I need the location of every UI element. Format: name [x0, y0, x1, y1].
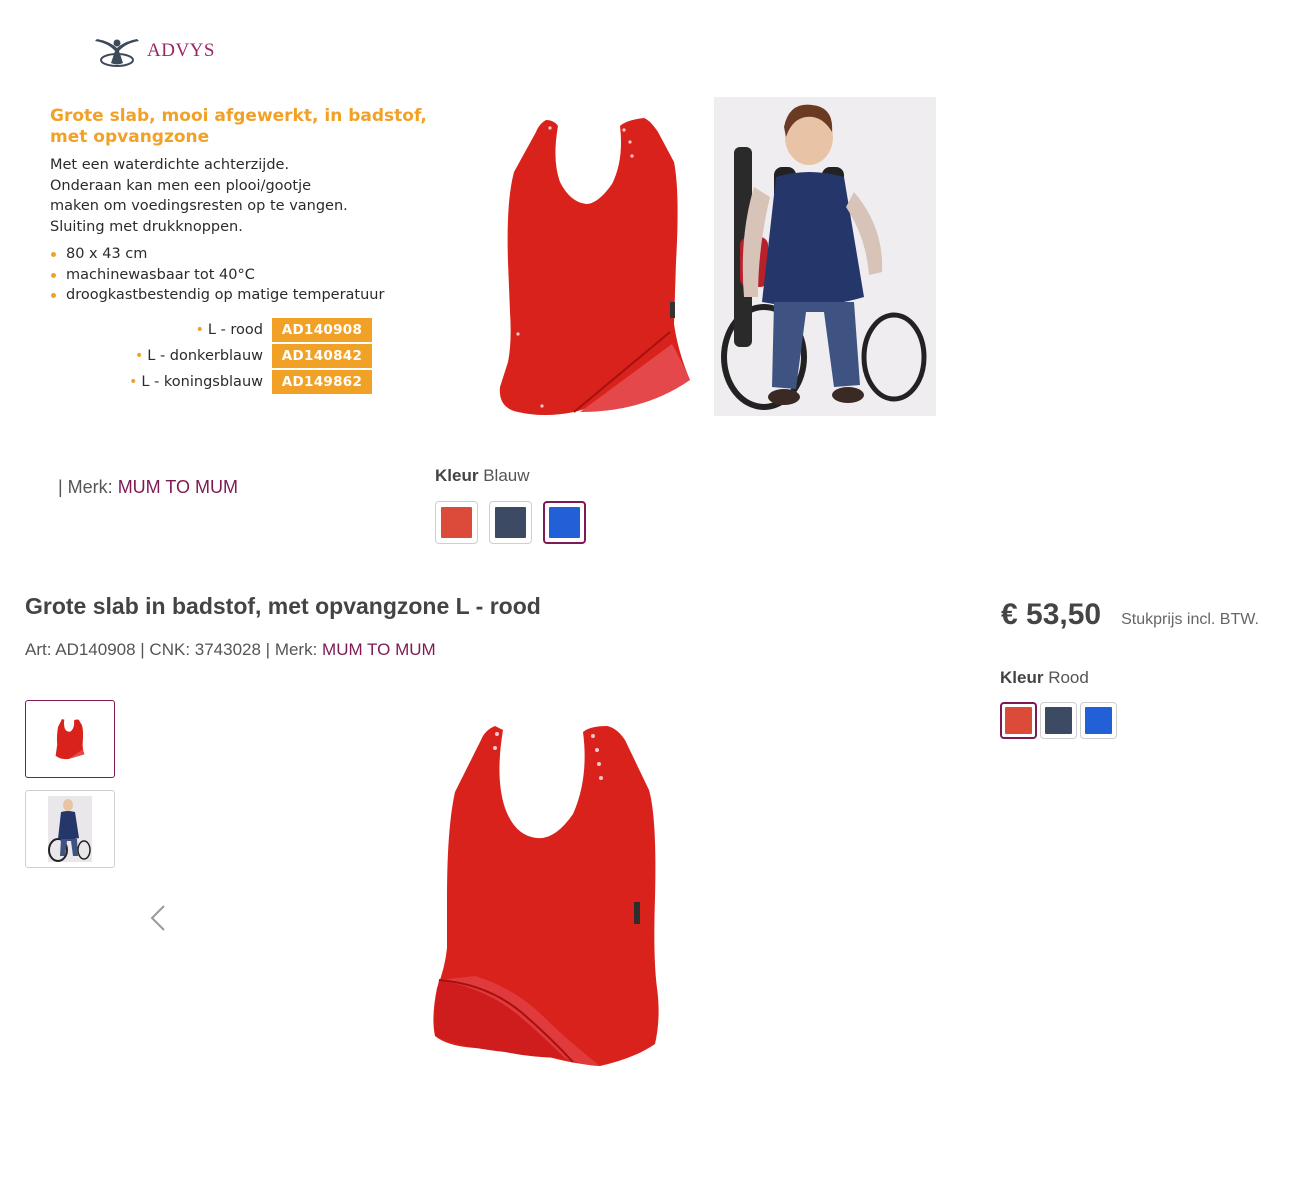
color-selected-value: Blauw: [483, 466, 530, 485]
feature-item: machinewasbaar tot 40°C: [50, 265, 440, 286]
product-meta: Art: AD140908 | CNK: 3743028 | Merk: MUM…: [25, 640, 436, 660]
swatch-chip: [495, 507, 526, 538]
catalog-bib-image: [499, 118, 690, 415]
variant-code: AD140842: [272, 344, 372, 368]
thumbnail-photo-image: [48, 796, 92, 862]
catalog-photo-wheelchair: [714, 97, 936, 416]
description-line: Met een waterdichte achterzijde.: [50, 157, 290, 173]
feature-item: droogkastbestendig op matige temperatuur: [50, 285, 440, 306]
gallery-prev-chevron-left-icon[interactable]: [146, 902, 170, 934]
variant-row: • L - rood AD140908: [100, 317, 372, 343]
variant-code: AD140908: [272, 318, 372, 342]
variant-row: • L - koningsblauw AD149862: [100, 369, 372, 395]
brand-link[interactable]: MUM TO MUM: [118, 477, 238, 497]
swatch-rood[interactable]: [1000, 702, 1037, 739]
catalog-description: Met een waterdichte achterzijde. Onderaa…: [50, 155, 430, 237]
swatch-koningsblauw[interactable]: [1080, 702, 1117, 739]
swatch-chip: [1005, 707, 1032, 734]
brand-prefix: | Merk:: [58, 477, 118, 497]
product-price: € 53,50: [1001, 598, 1102, 631]
feature-item: 80 x 43 cm: [50, 244, 440, 265]
product-title: Grote slab in badstof, met opvangzone L …: [25, 593, 541, 619]
wheelchair-photo-illustration: [714, 97, 936, 416]
color-selected-value: Rood: [1048, 668, 1089, 687]
color-label-heading: Kleur: [435, 466, 479, 485]
variant-code: AD149862: [272, 370, 372, 394]
logo-text: ADVYS: [147, 40, 215, 61]
color-selector-label: Kleur Blauw: [435, 466, 586, 486]
main-product-image: [433, 726, 659, 1066]
advys-logo: ADVYS: [93, 34, 223, 68]
thumbnail-red-bib[interactable]: [25, 700, 115, 778]
variant-label: L - donkerblauw: [147, 348, 263, 364]
variant-label: L - rood: [207, 322, 263, 338]
gallery-thumbnails: [25, 700, 115, 880]
price-note: Stukprijs incl. BTW.: [1121, 611, 1259, 628]
thumbnail-wheelchair-photo[interactable]: [25, 790, 115, 868]
catalog-feature-list: 80 x 43 cm machinewasbaar tot 40°C droog…: [50, 244, 440, 306]
swatch-donkerblauw[interactable]: [1040, 702, 1077, 739]
swatch-koningsblauw[interactable]: [543, 501, 586, 544]
swatch-group: [435, 501, 586, 544]
thumbnail-bib-image: [55, 719, 85, 760]
color-selector-label: Kleur Rood: [1000, 668, 1117, 688]
swatch-chip: [1045, 707, 1072, 734]
color-label-heading: Kleur: [1000, 668, 1044, 687]
bullet-dot-icon: •: [129, 374, 138, 390]
swatch-rood[interactable]: [435, 501, 478, 544]
description-line: maken om voedingsresten op te vangen.: [50, 198, 348, 214]
product-meta-text: Art: AD140908 | CNK: 3743028 | Merk:: [25, 640, 323, 659]
description-line: Sluiting met drukknoppen.: [50, 218, 243, 235]
advys-logo-icon: [95, 39, 139, 67]
price-block: € 53,50 Stukprijs incl. BTW.: [1001, 598, 1259, 632]
description-line: Onderaan kan men een plooi/gootje: [50, 177, 312, 194]
color-selector-top: Kleur Blauw: [435, 466, 586, 544]
brand-link[interactable]: MUM TO MUM: [322, 640, 436, 659]
swatch-donkerblauw[interactable]: [489, 501, 532, 544]
variant-row: • L - donkerblauw AD140842: [100, 343, 372, 369]
bullet-dot-icon: •: [135, 348, 144, 364]
bullet-dot-icon: •: [195, 322, 204, 338]
variant-code-table: • L - rood AD140908 • L - donkerblauw AD14…: [100, 317, 372, 395]
swatch-group: [1000, 702, 1117, 739]
variant-label: L - koningsblauw: [141, 374, 263, 390]
color-selector-product: Kleur Rood: [1000, 668, 1117, 739]
swatch-chip: [549, 507, 580, 538]
swatch-chip: [1085, 707, 1112, 734]
swatch-chip: [441, 507, 472, 538]
brand-line: | Merk: MUM TO MUM: [58, 477, 238, 498]
catalog-title: Grote slab, mooi afgewerkt, in badstof, …: [50, 106, 427, 147]
